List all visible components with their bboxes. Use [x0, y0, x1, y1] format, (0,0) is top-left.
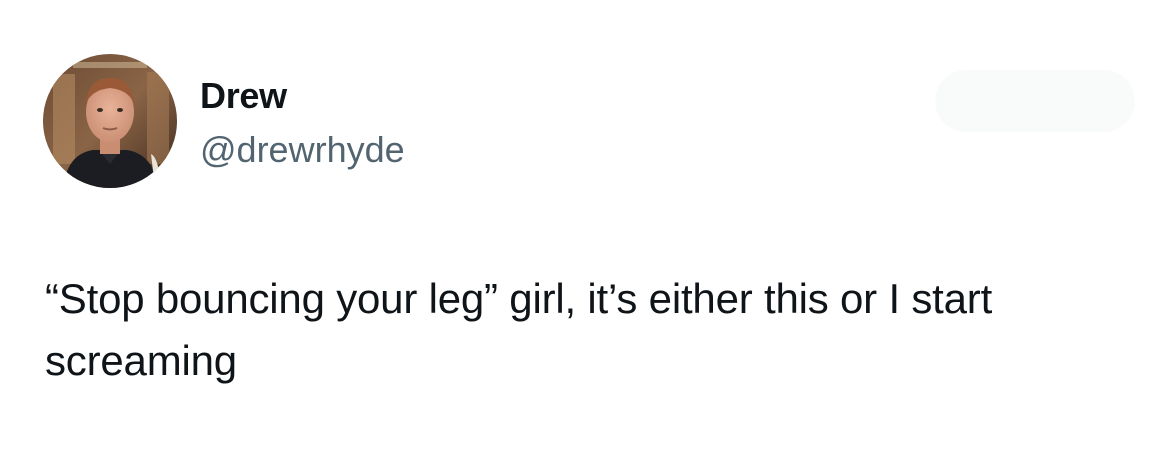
- tweet-card: Drew @drewrhyde “Stop bouncing your leg”…: [0, 0, 1170, 449]
- tweet-text: “Stop bouncing your leg” girl, it’s eith…: [45, 275, 993, 384]
- avatar[interactable]: [43, 54, 177, 188]
- profile-photo-icon: [43, 54, 177, 188]
- follow-button[interactable]: [935, 70, 1135, 132]
- display-name[interactable]: Drew: [200, 74, 287, 118]
- user-handle[interactable]: @drewrhyde: [200, 128, 405, 172]
